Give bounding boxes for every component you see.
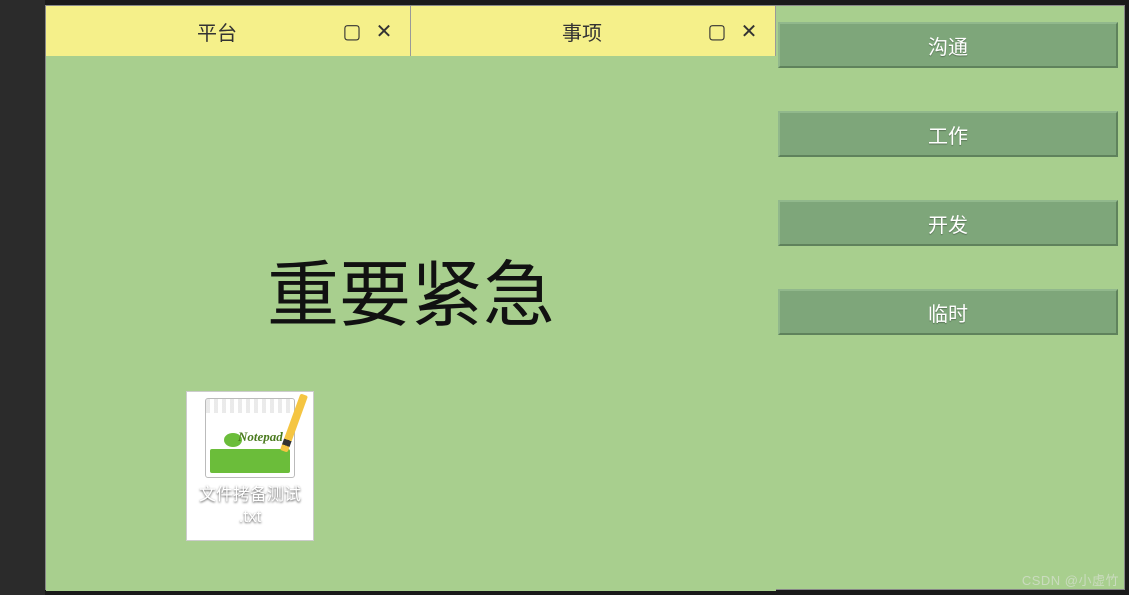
tab-window-controls: ▢ ✕ — [703, 17, 775, 45]
side-button-label: 工作 — [928, 120, 968, 149]
side-button-dev[interactable]: 开发 — [778, 200, 1118, 246]
canvas-area[interactable]: 重要紧急 Notepad 文件拷备测试 .txt — [46, 56, 776, 591]
tab-matters[interactable]: 事项 ▢ ✕ — [411, 6, 776, 56]
app-window: 平台 ▢ ✕ 事项 ▢ ✕ 重要紧急 Notepad 文件拷备测试 .txt — [45, 5, 1125, 590]
side-button-temp[interactable]: 临时 — [778, 289, 1118, 335]
background-editor-strip — [0, 0, 45, 595]
quadrant-heading: 重要紧急 — [267, 236, 555, 341]
maximize-icon[interactable]: ▢ — [703, 17, 731, 45]
file-item[interactable]: Notepad 文件拷备测试 .txt — [186, 391, 314, 541]
maximize-icon[interactable]: ▢ — [338, 17, 366, 45]
tab-title: 平台 — [46, 17, 338, 46]
tab-window-controls: ▢ ✕ — [338, 17, 410, 45]
notepad-file-icon: Notepad — [205, 398, 295, 478]
close-icon[interactable]: ✕ — [370, 17, 398, 45]
side-button-label: 临时 — [928, 298, 968, 327]
side-button-work[interactable]: 工作 — [778, 111, 1118, 157]
file-label: 文件拷备测试 .txt — [199, 484, 301, 528]
tab-title: 事项 — [411, 17, 703, 46]
close-icon[interactable]: ✕ — [735, 17, 763, 45]
side-button-communicate[interactable]: 沟通 — [778, 22, 1118, 68]
icon-word: Notepad — [238, 429, 283, 445]
side-button-label: 沟通 — [928, 31, 968, 60]
watermark: CSDN @小虚竹 — [1022, 570, 1119, 589]
tab-platform[interactable]: 平台 ▢ ✕ — [46, 6, 411, 56]
side-button-label: 开发 — [928, 209, 968, 238]
side-button-column: 沟通 工作 开发 临时 — [778, 22, 1118, 335]
